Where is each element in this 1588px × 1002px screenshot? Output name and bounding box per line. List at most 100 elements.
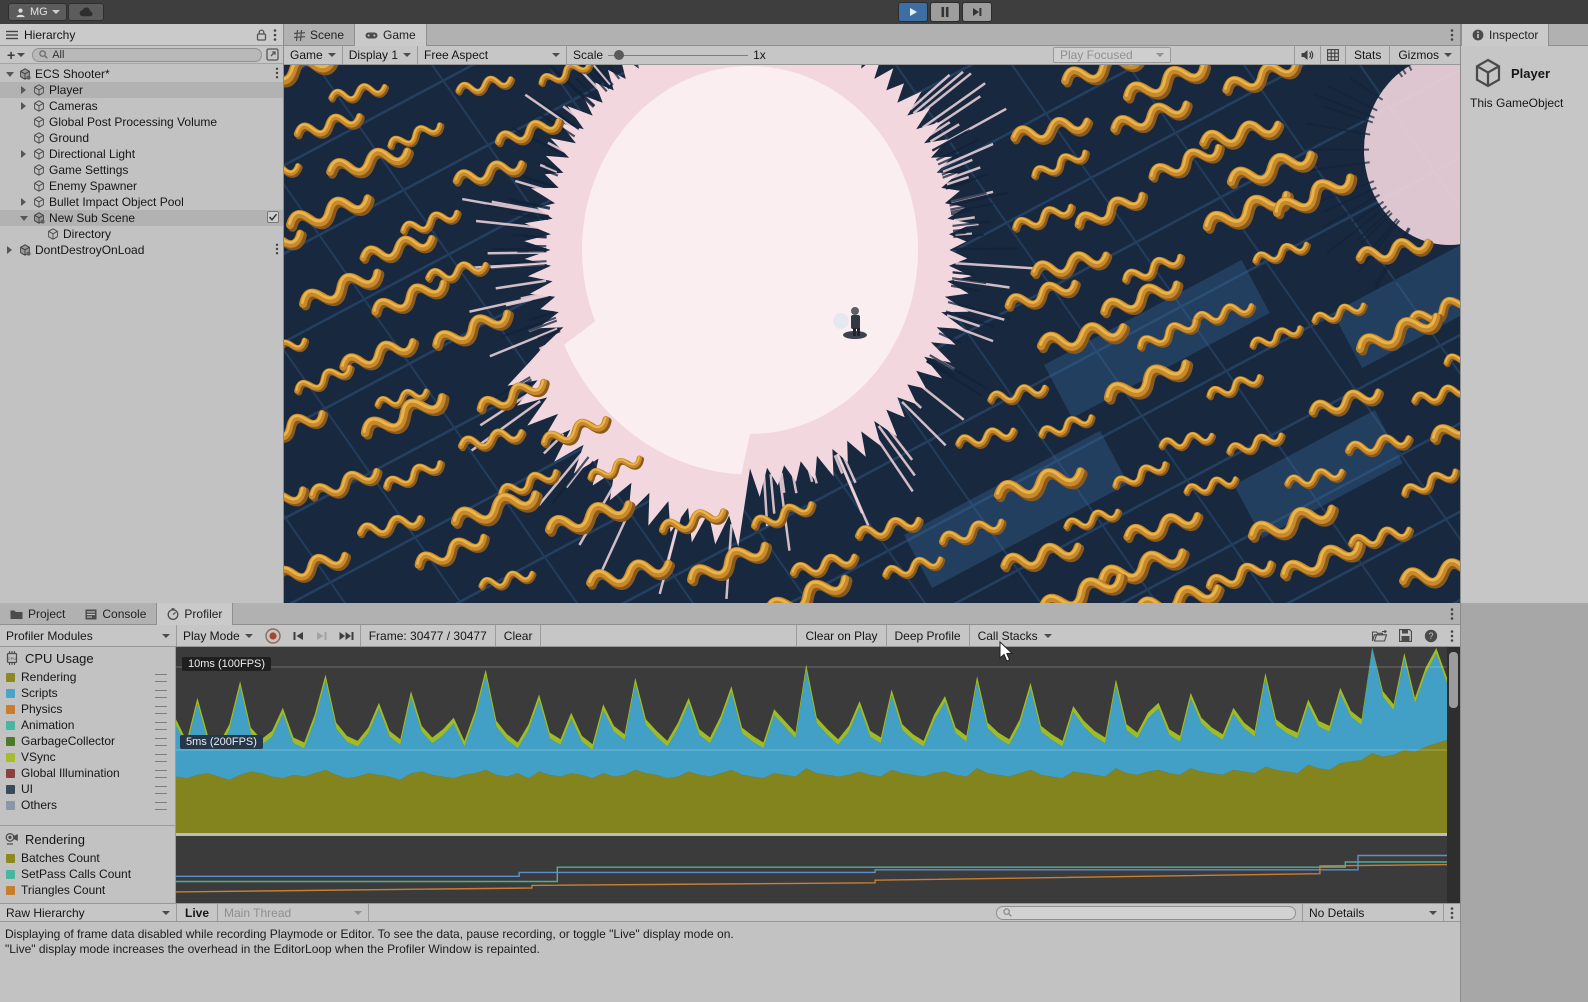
account-button[interactable]: MG bbox=[8, 3, 67, 21]
legend-item-setpass-calls-count[interactable]: SetPass Calls Count bbox=[0, 866, 175, 882]
disclosure-triangle-icon[interactable] bbox=[18, 86, 29, 94]
kebab-menu-icon[interactable] bbox=[275, 243, 279, 258]
hierarchy-item-ecs-shooter-[interactable]: ECS Shooter* bbox=[0, 66, 283, 82]
play-focused-dropdown[interactable]: Play Focused bbox=[1053, 47, 1171, 63]
deep-profile-toggle[interactable]: Deep Profile bbox=[887, 625, 969, 646]
drag-handle-icon[interactable] bbox=[155, 802, 167, 810]
hierarchy-item-new-sub-scene[interactable]: New Sub Scene bbox=[0, 210, 283, 226]
cpu-module-header[interactable]: CPU CPU Usage bbox=[0, 647, 175, 669]
step-button[interactable] bbox=[962, 2, 992, 22]
tab-inspector[interactable]: Inspector bbox=[1461, 24, 1549, 46]
create-object-button[interactable]: + bbox=[4, 49, 28, 61]
first-frame-button[interactable] bbox=[287, 625, 310, 646]
lock-icon[interactable] bbox=[256, 29, 267, 41]
pick-window-icon[interactable] bbox=[266, 48, 279, 61]
drag-handle-icon[interactable] bbox=[155, 706, 167, 714]
hierarchy-item-global-post-processing-volume[interactable]: Global Post Processing Volume bbox=[0, 114, 283, 130]
hierarchy-item-enemy-spawner[interactable]: Enemy Spawner bbox=[0, 178, 283, 194]
record-button[interactable] bbox=[259, 625, 287, 646]
profiler-modules-dropdown[interactable]: Profiler Modules bbox=[0, 625, 176, 646]
details-mode-dropdown[interactable]: No Details bbox=[1303, 904, 1443, 921]
save-profile-button[interactable] bbox=[1393, 625, 1418, 646]
hierarchy-search-input[interactable] bbox=[52, 49, 255, 61]
details-kebab[interactable] bbox=[1444, 904, 1460, 921]
profiler-toolbar-kebab[interactable] bbox=[1444, 625, 1460, 646]
game-tabbar-kebab[interactable] bbox=[1444, 24, 1460, 45]
tab-scene[interactable]: Scene bbox=[284, 24, 354, 46]
disclosure-triangle-icon[interactable] bbox=[18, 102, 29, 110]
disclosure-triangle-icon[interactable] bbox=[4, 246, 15, 254]
slider-knob[interactable] bbox=[614, 50, 624, 60]
legend-item-triangles-count[interactable]: Triangles Count bbox=[0, 882, 175, 898]
disclosure-triangle-icon[interactable] bbox=[4, 72, 15, 77]
disclosure-triangle-icon[interactable] bbox=[18, 216, 29, 221]
hamburger-icon[interactable] bbox=[6, 30, 18, 40]
rendering-chart[interactable] bbox=[176, 836, 1447, 901]
load-profile-button[interactable] bbox=[1366, 625, 1393, 646]
legend-item-batches-count[interactable]: Batches Count bbox=[0, 850, 175, 866]
hierarchy-search-box[interactable] bbox=[32, 48, 262, 62]
drag-handle-icon[interactable] bbox=[155, 786, 167, 794]
tab-console[interactable]: Console bbox=[75, 603, 156, 625]
display-dropdown[interactable]: Display 1 bbox=[343, 46, 417, 64]
next-frame-button[interactable] bbox=[310, 625, 333, 646]
game-viewport[interactable] bbox=[284, 65, 1460, 603]
scale-slider[interactable] bbox=[608, 50, 748, 60]
drag-handle-icon[interactable] bbox=[155, 674, 167, 682]
cpu-chart[interactable] bbox=[176, 647, 1447, 833]
play-mode-dropdown[interactable]: Play Mode bbox=[177, 625, 259, 646]
mute-audio-button[interactable] bbox=[1295, 46, 1320, 64]
vsync-grid-button[interactable] bbox=[1321, 46, 1345, 64]
display-target-dropdown[interactable]: Game bbox=[284, 46, 342, 64]
tab-project[interactable]: Project bbox=[0, 603, 75, 625]
legend-item-ui[interactable]: UI bbox=[0, 781, 175, 797]
live-toggle[interactable]: Live bbox=[177, 904, 217, 921]
cloud-services-button[interactable] bbox=[68, 3, 104, 21]
legend-item-rendering[interactable]: Rendering bbox=[0, 669, 175, 685]
legend-item-global-illumination[interactable]: Global Illumination bbox=[0, 765, 175, 781]
scrollbar-thumb[interactable] bbox=[1449, 652, 1458, 708]
hierarchy-item-dontdestroyonload[interactable]: DontDestroyOnLoad bbox=[0, 242, 283, 258]
chart-scrollbar[interactable] bbox=[1447, 647, 1460, 903]
current-frame-button[interactable] bbox=[333, 625, 360, 646]
legend-item-physics[interactable]: Physics bbox=[0, 701, 175, 717]
drag-handle-icon[interactable] bbox=[155, 722, 167, 730]
kebab-menu-icon[interactable] bbox=[275, 67, 279, 82]
kebab-menu-icon[interactable] bbox=[273, 28, 277, 42]
disclosure-triangle-icon[interactable] bbox=[18, 150, 29, 158]
hierarchy-item-ground[interactable]: Ground bbox=[0, 130, 283, 146]
drag-handle-icon[interactable] bbox=[155, 770, 167, 778]
hierarchy-item-bullet-impact-object-pool[interactable]: Bullet Impact Object Pool bbox=[0, 194, 283, 210]
profiler-tabbar-kebab[interactable] bbox=[1444, 603, 1460, 624]
hierarchy-item-game-settings[interactable]: Game Settings bbox=[0, 162, 283, 178]
hierarchy-item-directory[interactable]: Directory bbox=[0, 226, 283, 242]
gizmos-dropdown[interactable]: Gizmos bbox=[1390, 46, 1460, 64]
hierarchy-item-directional-light[interactable]: Directional Light bbox=[0, 146, 283, 162]
details-search-input[interactable] bbox=[1016, 907, 1289, 919]
clear-button[interactable]: Clear bbox=[496, 625, 541, 646]
tab-profiler[interactable]: Profiler bbox=[156, 603, 233, 625]
play-button[interactable] bbox=[898, 2, 928, 22]
thread-dropdown[interactable]: Main Thread bbox=[218, 904, 368, 921]
hierarchy-item-player[interactable]: Player bbox=[0, 82, 283, 98]
legend-item-vsync[interactable]: VSync bbox=[0, 749, 175, 765]
rendering-module-header[interactable]: Rendering bbox=[0, 828, 175, 850]
drag-handle-icon[interactable] bbox=[155, 690, 167, 698]
hierarchy-item-cameras[interactable]: Cameras bbox=[0, 98, 283, 114]
tab-game[interactable]: Game bbox=[354, 24, 427, 46]
drag-handle-icon[interactable] bbox=[155, 738, 167, 746]
stats-button[interactable]: Stats bbox=[1346, 46, 1389, 64]
drag-handle-icon[interactable] bbox=[155, 754, 167, 762]
legend-item-animation[interactable]: Animation bbox=[0, 717, 175, 733]
disclosure-triangle-icon[interactable] bbox=[18, 198, 29, 206]
clear-on-play-toggle[interactable]: Clear on Play bbox=[797, 625, 885, 646]
legend-item-scripts[interactable]: Scripts bbox=[0, 685, 175, 701]
help-button[interactable]: ? bbox=[1418, 625, 1444, 646]
call-stacks-dropdown[interactable]: Call Stacks bbox=[970, 625, 1060, 646]
hierarchy-mode-dropdown[interactable]: Raw Hierarchy bbox=[0, 904, 176, 921]
legend-item-garbagecollector[interactable]: GarbageCollector bbox=[0, 733, 175, 749]
details-search-box[interactable] bbox=[996, 906, 1296, 920]
legend-item-others[interactable]: Others bbox=[0, 797, 175, 813]
pause-button[interactable] bbox=[930, 2, 960, 22]
scene-checkbox[interactable] bbox=[267, 211, 279, 226]
